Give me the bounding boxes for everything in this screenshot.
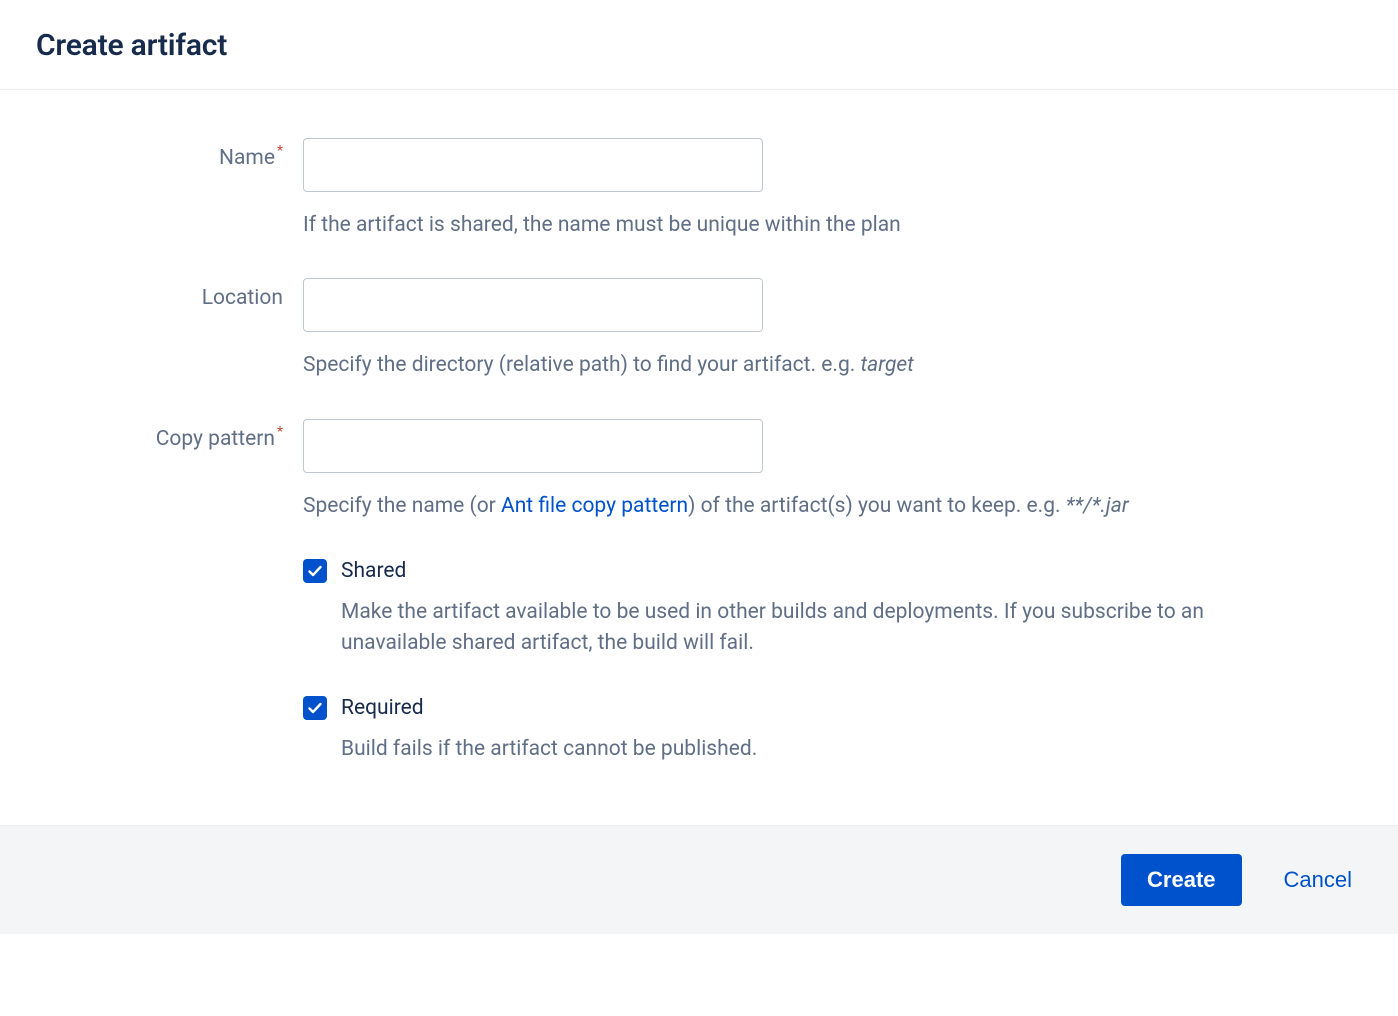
name-help: If the artifact is shared, the name must… (303, 210, 1273, 240)
field-row-required: Required Build fails if the artifact can… (36, 696, 1362, 764)
required-checkbox-row: Required (303, 696, 1303, 720)
name-label: Name (219, 146, 275, 170)
create-button[interactable]: Create (1121, 854, 1241, 906)
label-col: Copy pattern* (36, 419, 303, 451)
form-body: Name* If the artifact is shared, the nam… (0, 90, 1398, 825)
label-col: Location (36, 278, 303, 310)
field-col: Shared Make the artifact available to be… (303, 559, 1303, 658)
help-text-pre: Specify the directory (relative path) to… (303, 353, 860, 377)
checkmark-icon (307, 563, 323, 579)
location-help: Specify the directory (relative path) to… (303, 350, 1273, 380)
checkmark-icon (307, 700, 323, 716)
field-col: Specify the directory (relative path) to… (303, 278, 1303, 380)
field-row-copy-pattern: Copy pattern* Specify the name (or Ant f… (36, 419, 1362, 521)
copy-pattern-input[interactable] (303, 419, 763, 473)
ant-pattern-link[interactable]: Ant file copy pattern (501, 494, 688, 518)
field-col: Specify the name (or Ant file copy patte… (303, 419, 1303, 521)
shared-label: Shared (341, 559, 406, 583)
cancel-button[interactable]: Cancel (1274, 854, 1362, 906)
label-col (36, 559, 303, 567)
copy-pattern-help: Specify the name (or Ant file copy patte… (303, 491, 1273, 521)
shared-checkbox-row: Shared (303, 559, 1303, 583)
dialog-header: Create artifact (0, 0, 1398, 90)
field-row-shared: Shared Make the artifact available to be… (36, 559, 1362, 658)
required-label: Required (341, 696, 424, 720)
shared-help: Make the artifact available to be used i… (341, 597, 1261, 658)
help-text-post: ) of the artifact(s) you want to keep. e… (688, 494, 1066, 518)
help-text-pre: Specify the name (or (303, 494, 501, 518)
required-asterisk-icon: * (277, 143, 283, 159)
copy-pattern-label: Copy pattern (156, 427, 275, 451)
name-input[interactable] (303, 138, 763, 192)
dialog-footer: Create Cancel (0, 825, 1398, 934)
location-input[interactable] (303, 278, 763, 332)
required-help: Build fails if the artifact cannot be pu… (341, 734, 1261, 764)
field-row-name: Name* If the artifact is shared, the nam… (36, 138, 1362, 240)
field-col: If the artifact is shared, the name must… (303, 138, 1303, 240)
label-col (36, 696, 303, 704)
location-label: Location (202, 286, 283, 310)
help-example: **/*.jar (1066, 494, 1129, 518)
field-col: Required Build fails if the artifact can… (303, 696, 1303, 764)
required-asterisk-icon: * (277, 424, 283, 440)
required-checkbox[interactable] (303, 696, 327, 720)
page-title: Create artifact (36, 28, 1362, 63)
shared-checkbox[interactable] (303, 559, 327, 583)
label-col: Name* (36, 138, 303, 170)
field-row-location: Location Specify the directory (relative… (36, 278, 1362, 380)
help-example: target (860, 353, 913, 377)
